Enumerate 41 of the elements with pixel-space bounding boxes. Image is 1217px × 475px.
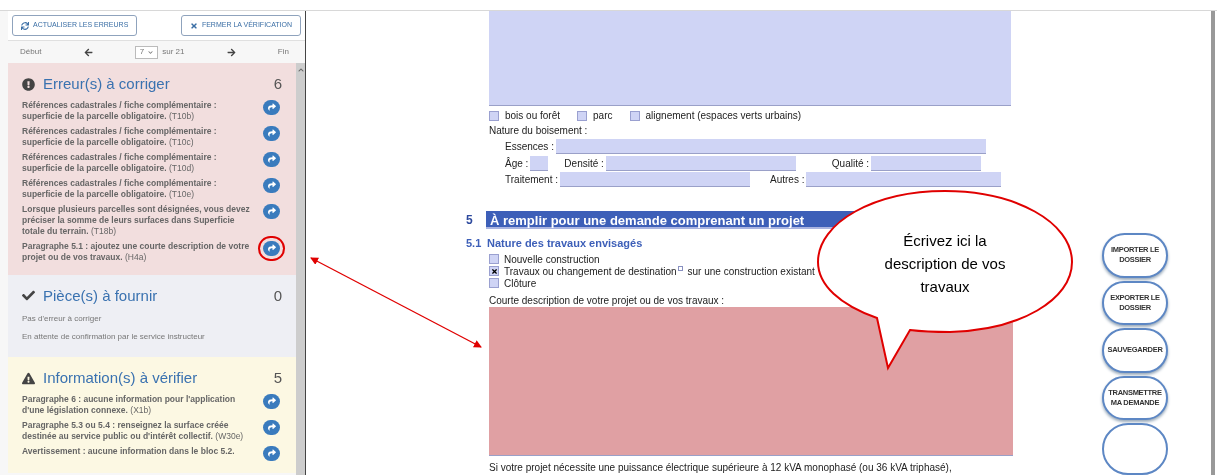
field-label: Âge : <box>505 156 529 171</box>
error-message: Paragraphe 5.1 : ajoutez une courte description de votre projet ou de vos travaux. (H4a) <box>22 240 251 263</box>
field-label: Autres : <box>770 173 805 188</box>
error-message: Lorsque plusieurs parcelles sont désignées, vous devez préciser la somme de leurs surfaces dans Superficie totale du terrain. (T18b) <box>22 203 251 237</box>
field-label: Traitement : <box>505 173 558 188</box>
field-label: Qualité : <box>831 156 870 171</box>
checkbox-label: Travaux ou changement de destination <box>504 265 677 279</box>
checkbox-label: Clôture <box>504 277 537 291</box>
checkbox-label: parc <box>593 109 613 124</box>
field-label: Densité : <box>564 156 604 171</box>
callout-text: Écrivez ici la description de vos travaux <box>883 231 1007 297</box>
error-message: Références cadastrales / fiche complémentaire : superficie de la parcelle obligatoire. (T10c) <box>22 125 218 148</box>
subsection-title: Nature des travaux envisagés <box>487 236 643 252</box>
section-count: 0 <box>273 285 282 306</box>
error-message: Paragraphe 5.3 ou 5.4 : renseignez la surface créée destinée au service public ou d'intérêt collectif. (W30e) <box>22 419 245 442</box>
last-link[interactable]: Fin <box>277 46 289 58</box>
checkbox-label: Nouvelle construction <box>504 253 600 267</box>
status-note: En attente de confirmation par le service instructeur <box>22 331 206 343</box>
field-label: Courte description de votre projet ou de vos travaux : <box>489 294 726 306</box>
first-link[interactable]: Début <box>20 46 42 58</box>
section-number: 5 <box>466 212 474 230</box>
section-count: 5 <box>273 368 282 388</box>
section-title: Pièce(s) à fournir <box>43 285 159 306</box>
section-count: 6 <box>273 74 282 94</box>
page-count: sur 21 <box>162 46 185 58</box>
field-label: Essences : <box>505 139 554 154</box>
error-message: Références cadastrales / fiche complémentaire : superficie de la parcelle obligatoire. (T10e) <box>22 177 218 200</box>
status-note: Pas d'erreur à corriger <box>22 313 103 325</box>
section-title: Information(s) à vérifier <box>43 368 199 388</box>
section-title: Erreur(s) à corriger <box>43 74 171 94</box>
error-message: Références cadastrales / fiche complémentaire : superficie de la parcelle obligatoire. (T10b) <box>22 99 218 122</box>
checkbox-label-continued: sur une construction existant <box>687 265 815 279</box>
error-message: Références cadastrales / fiche complémentaire : superficie de la parcelle obligatoire. (T10d) <box>22 151 218 174</box>
error-message: Avertissement : aucune information dans le bloc 5.2. <box>22 445 236 457</box>
checkbox-label: alignement (espaces verts urbains) <box>645 109 802 124</box>
error-message: Paragraphe 6 : aucune information pour l'application d'une législation connexe. (X1b) <box>22 393 237 416</box>
page-select[interactable]: 7 <box>134 45 159 59</box>
subsection-number: 5.1 <box>466 236 483 252</box>
field-label: Nature du boisement : <box>489 123 589 137</box>
checkbox-label: bois ou forêt <box>505 109 561 124</box>
footer-text: Si votre projet nécessite une puissance électrique supérieure à 12 kVA monophasé (ou 36 kVA triphasé), <box>489 461 953 475</box>
